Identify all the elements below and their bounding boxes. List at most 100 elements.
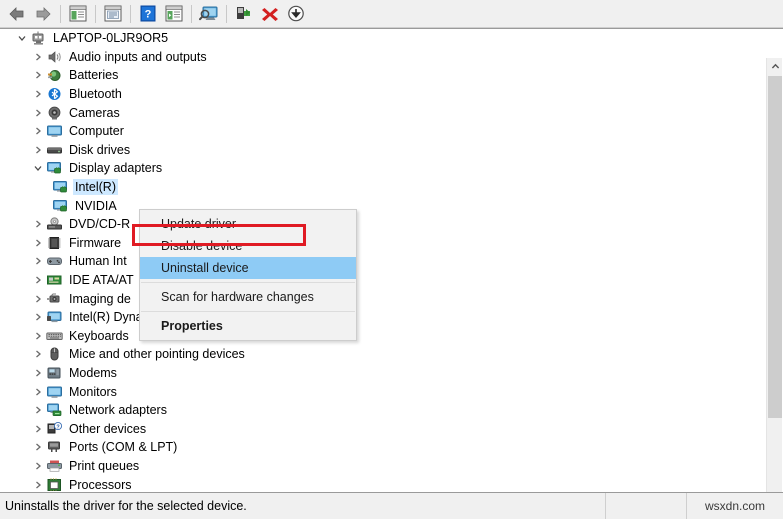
tree-item-bluetooth[interactable]: Bluetooth bbox=[0, 85, 766, 104]
monitor-icon bbox=[46, 384, 63, 400]
display-adapter-icon bbox=[46, 160, 63, 176]
chevron-right-icon[interactable] bbox=[30, 238, 46, 248]
tree-item-imaging-devices[interactable]: Imaging de bbox=[0, 289, 766, 308]
chevron-right-icon[interactable] bbox=[30, 368, 46, 378]
forward-button[interactable] bbox=[30, 2, 56, 26]
back-button[interactable] bbox=[4, 2, 30, 26]
toolbar-separator-4 bbox=[191, 4, 192, 23]
chevron-right-icon[interactable] bbox=[30, 294, 46, 304]
tree-item-root[interactable]: LAPTOP-0LJR9OR5 bbox=[0, 29, 766, 48]
battery-icon bbox=[46, 67, 63, 83]
tree-item-intel-display-adapter[interactable]: Intel(R) bbox=[0, 178, 766, 197]
ide-controller-icon bbox=[46, 272, 63, 288]
console-tree-icon bbox=[69, 5, 87, 22]
tree-item-label: IDE ATA/AT bbox=[69, 273, 134, 288]
chevron-right-icon[interactable] bbox=[30, 108, 46, 118]
chevron-right-icon[interactable] bbox=[30, 442, 46, 452]
network-adapter-icon bbox=[46, 402, 63, 418]
tree-item-mice-and-other-pointing-devices[interactable]: Mice and other pointing devices bbox=[0, 345, 766, 364]
tree-item-audio-inputs-and-outputs[interactable]: Audio inputs and outputs bbox=[0, 48, 766, 67]
system-device-icon bbox=[46, 309, 63, 325]
tree-item-label: Firmware bbox=[69, 235, 122, 250]
tree-item-display-adapters[interactable]: Display adapters bbox=[0, 159, 766, 178]
tree-item-intel-dynamic-platform-thermal-framework[interactable]: Intel(R) Dynamic Platform and Thermal Fr… bbox=[0, 308, 766, 327]
tree-item-ide-ata-atapi-controllers[interactable]: IDE ATA/AT bbox=[0, 271, 766, 290]
computer-root-icon bbox=[30, 30, 47, 46]
context-menu-item-disable-device[interactable]: Disable device bbox=[140, 235, 356, 257]
tree-item-processors[interactable]: Processors bbox=[0, 475, 766, 491]
tree-item-firmware[interactable]: Firmware bbox=[0, 234, 766, 253]
chevron-down-icon[interactable] bbox=[30, 163, 46, 173]
firmware-chip-icon bbox=[46, 235, 63, 251]
chevron-right-icon[interactable] bbox=[30, 387, 46, 397]
toolbar-separator-1 bbox=[60, 4, 61, 23]
chevron-right-icon[interactable] bbox=[30, 275, 46, 285]
tree-item-print-queues[interactable]: Print queues bbox=[0, 457, 766, 476]
keyboard-icon bbox=[46, 328, 63, 344]
tree-item-monitors[interactable]: Monitors bbox=[0, 382, 766, 401]
chevron-right-icon[interactable] bbox=[30, 219, 46, 229]
vertical-scrollbar[interactable] bbox=[766, 58, 782, 492]
bluetooth-icon bbox=[46, 86, 63, 102]
device-context-menu[interactable]: Update driver Disable device Uninstall d… bbox=[139, 209, 357, 341]
tree-item-other-devices[interactable]: ? Other devices bbox=[0, 419, 766, 438]
update-driver-button[interactable] bbox=[231, 2, 257, 26]
help-button[interactable]: ? bbox=[135, 2, 161, 26]
context-menu-item-properties[interactable]: Properties bbox=[140, 315, 356, 337]
tree-item-label: Monitors bbox=[69, 384, 117, 399]
context-menu-item-update-driver[interactable]: Update driver bbox=[140, 213, 356, 235]
context-menu-item-uninstall-device[interactable]: Uninstall device bbox=[140, 257, 356, 279]
properties-button[interactable] bbox=[100, 2, 126, 26]
tree-item-ports-com-lpt[interactable]: Ports (COM & LPT) bbox=[0, 438, 766, 457]
show-hide-console-tree-button[interactable] bbox=[65, 2, 91, 26]
uninstall-device-button[interactable] bbox=[257, 2, 283, 26]
chevron-up-icon bbox=[771, 63, 779, 69]
chevron-right-icon[interactable] bbox=[30, 331, 46, 341]
toolbar-separator-5 bbox=[226, 4, 227, 23]
chevron-right-icon[interactable] bbox=[30, 312, 46, 322]
tree-item-nvidia-display-adapter[interactable]: NVIDIA bbox=[0, 196, 766, 215]
chevron-down-icon[interactable] bbox=[14, 33, 30, 43]
tree-item-disk-drives[interactable]: Disk drives bbox=[0, 141, 766, 160]
chevron-right-icon[interactable] bbox=[30, 70, 46, 80]
tree-item-network-adapters[interactable]: Network adapters bbox=[0, 401, 766, 420]
tree-item-batteries[interactable]: Batteries bbox=[0, 66, 766, 85]
chevron-right-icon[interactable] bbox=[30, 126, 46, 136]
hid-icon bbox=[46, 253, 63, 269]
device-tree-panel[interactable]: LAPTOP-0LJR9OR5 Audio inputs and outputs bbox=[0, 28, 783, 492]
tree-item-modems[interactable]: Modems bbox=[0, 364, 766, 383]
disk-drive-icon bbox=[46, 142, 63, 158]
disable-device-button[interactable] bbox=[283, 2, 309, 26]
status-message: Uninstalls the driver for the selected d… bbox=[0, 493, 606, 519]
tree-item-label: DVD/CD-R bbox=[69, 217, 131, 232]
tree-item-cameras[interactable]: Cameras bbox=[0, 103, 766, 122]
chevron-right-icon[interactable] bbox=[30, 89, 46, 99]
chevron-right-icon[interactable] bbox=[30, 461, 46, 471]
tree-item-label: Print queues bbox=[69, 458, 140, 473]
chevron-right-icon[interactable] bbox=[30, 145, 46, 155]
arrow-right-icon bbox=[36, 6, 51, 21]
scrollbar-thumb[interactable] bbox=[768, 76, 782, 418]
scroll-up-button[interactable] bbox=[767, 58, 783, 75]
processor-icon bbox=[46, 477, 63, 491]
monitor-icon bbox=[46, 123, 63, 139]
tree-item-dvd-cd-rom-drives[interactable]: DVD/CD-R bbox=[0, 215, 766, 234]
tree-item-label: Bluetooth bbox=[69, 87, 122, 102]
context-menu-item-scan-for-hardware-changes[interactable]: Scan for hardware changes bbox=[140, 286, 356, 308]
chevron-right-icon[interactable] bbox=[30, 349, 46, 359]
chevron-right-icon[interactable] bbox=[30, 52, 46, 62]
tree-item-label: Cameras bbox=[69, 105, 120, 120]
chevron-right-icon[interactable] bbox=[30, 405, 46, 415]
tree-item-human-interface-devices[interactable]: Human Int bbox=[0, 252, 766, 271]
show-hide-action-pane-button[interactable] bbox=[161, 2, 187, 26]
chevron-right-icon[interactable] bbox=[30, 424, 46, 434]
tree-item-keyboards[interactable]: Keyboards bbox=[0, 327, 766, 346]
chevron-right-icon[interactable] bbox=[30, 480, 46, 490]
status-pane-empty bbox=[606, 493, 687, 519]
modem-icon bbox=[46, 365, 63, 381]
tree-item-computer[interactable]: Computer bbox=[0, 122, 766, 141]
chevron-right-icon[interactable] bbox=[30, 256, 46, 266]
watermark-label: wsxdn.com bbox=[704, 499, 766, 513]
scan-for-hardware-changes-button[interactable] bbox=[196, 2, 222, 26]
device-tree[interactable]: LAPTOP-0LJR9OR5 Audio inputs and outputs bbox=[0, 29, 766, 491]
